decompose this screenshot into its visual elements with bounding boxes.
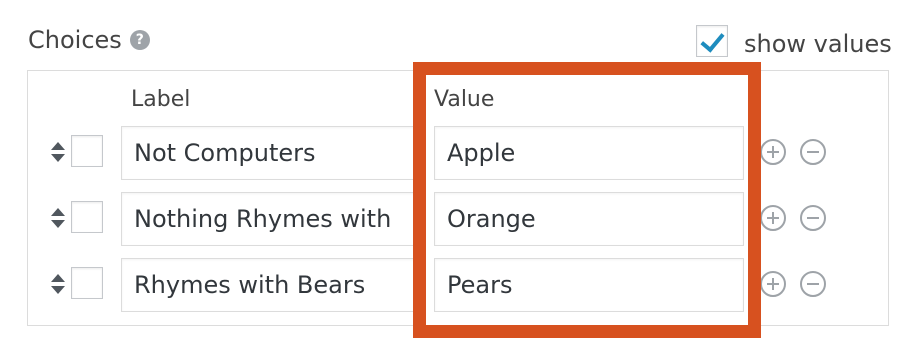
label-column-header: Label	[131, 87, 191, 112]
choice-row	[0, 192, 916, 246]
default-choice-checkbox[interactable]	[71, 267, 103, 299]
choices-heading: Choices ?	[28, 26, 150, 54]
show-values-checkbox[interactable]	[696, 25, 728, 57]
value-column-header: Value	[434, 87, 495, 112]
sort-handle-icon[interactable]	[50, 274, 66, 296]
choice-row	[0, 258, 916, 312]
show-values-label: show values	[744, 30, 892, 58]
choice-label-input[interactable]	[121, 192, 418, 246]
choice-label-input[interactable]	[121, 258, 418, 312]
sort-handle-icon[interactable]	[50, 142, 66, 164]
remove-choice-icon[interactable]	[800, 139, 826, 165]
add-choice-icon[interactable]	[760, 139, 786, 165]
choice-label-input[interactable]	[121, 126, 418, 180]
help-icon[interactable]: ?	[129, 30, 150, 50]
add-choice-icon[interactable]	[760, 271, 786, 297]
default-choice-checkbox[interactable]	[71, 135, 103, 167]
choice-value-input[interactable]	[434, 192, 744, 246]
show-values-toggle[interactable]: show values	[696, 24, 892, 58]
default-choice-checkbox[interactable]	[71, 201, 103, 233]
remove-choice-icon[interactable]	[800, 271, 826, 297]
add-choice-icon[interactable]	[760, 205, 786, 231]
choices-title: Choices	[28, 26, 122, 54]
choice-row	[0, 126, 916, 180]
remove-choice-icon[interactable]	[800, 205, 826, 231]
sort-handle-icon[interactable]	[50, 208, 66, 230]
choice-value-input[interactable]	[434, 258, 744, 312]
choice-value-input[interactable]	[434, 126, 744, 180]
